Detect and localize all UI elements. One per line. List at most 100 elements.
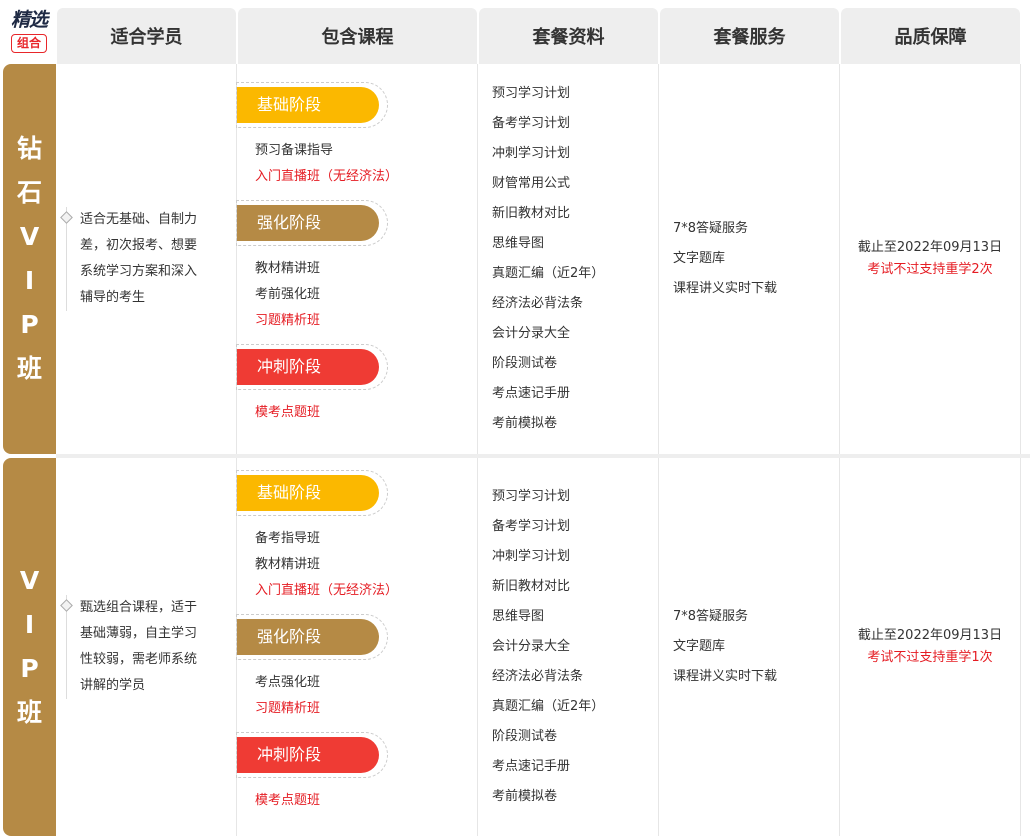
material-item: 阶段测试卷	[492, 729, 558, 744]
stage-basic-pill: 基础阶段	[237, 87, 379, 123]
stage-sprint-pill: 冲刺阶段	[237, 737, 379, 773]
course-item: 备考指导班	[255, 531, 321, 546]
material-item: 财管常用公式	[492, 176, 571, 191]
courses-cell: 基础阶段 预习备课指导 入门直播班（无经济法） 强化阶段 教材精讲班 考前强化班…	[236, 64, 478, 454]
service-item: 文字题库	[673, 251, 726, 266]
material-item: 预习学习计划	[492, 489, 571, 504]
students-cell: 适合无基础、自制力差，初次报考、想要系统学习方案和深入辅导的考生	[56, 64, 237, 454]
material-item: 经济法必背法条	[492, 296, 584, 311]
header-courses: 包含课程	[238, 8, 477, 64]
service-item: 课程讲义实时下载	[673, 669, 778, 684]
course-item: 教材精讲班	[255, 557, 321, 572]
services-cell: 7*8答疑服务 文字题库 课程讲义实时下载	[659, 64, 840, 454]
header-guarantee: 品质保障	[841, 8, 1020, 64]
package-row-diamond-vip: 钻 石 V I P 班 适合无基础、自制力差，初次报考、想要系统学习方案和深入辅…	[3, 64, 1030, 454]
materials-list: 预习学习计划 备考学习计划 冲刺学习计划 财管常用公式 新旧教材对比 思维导图 …	[492, 79, 604, 439]
guarantee-deadline: 截止至2022年09月13日	[857, 628, 1003, 643]
course-item: 考前强化班	[255, 287, 321, 302]
guarantee-cell: 截止至2022年09月13日 考试不过支持重学1次	[840, 458, 1021, 836]
header-students: 适合学员	[57, 8, 236, 64]
package-row-vip: V I P 班 甄选组合课程，适于基础薄弱，自主学习性较弱，需老师系统讲解的学员…	[3, 458, 1030, 836]
student-description: 甄选组合课程，适于基础薄弱，自主学习性较弱，需老师系统讲解的学员	[60, 595, 204, 699]
row-title-char: 班	[16, 698, 42, 727]
services-list: 7*8答疑服务 文字题库 课程讲义实时下载	[673, 214, 777, 304]
row-title-char: I	[24, 610, 35, 639]
material-item: 冲刺学习计划	[492, 549, 571, 564]
brand-logo: 精选 组合	[3, 8, 55, 64]
course-item: 模考点题班	[255, 405, 321, 420]
stage-sprint-pill: 冲刺阶段	[237, 349, 379, 385]
material-item: 考点速记手册	[492, 759, 571, 774]
services-cell: 7*8答疑服务 文字题库 课程讲义实时下载	[659, 458, 840, 836]
material-item: 会计分录大全	[492, 639, 571, 654]
course-item: 习题精析班	[255, 701, 321, 716]
stage-sprint: 冲刺阶段	[236, 732, 388, 778]
guarantee-deadline: 截止至2022年09月13日	[857, 240, 1003, 255]
header-services: 套餐服务	[660, 8, 839, 64]
course-item: 预习备课指导	[255, 143, 334, 158]
materials-cell: 预习学习计划 备考学习计划 冲刺学习计划 新旧教材对比 思维导图 会计分录大全 …	[478, 458, 659, 836]
course-item: 考点强化班	[255, 675, 321, 690]
service-item: 文字题库	[673, 639, 726, 654]
row-title: V I P 班	[3, 559, 56, 735]
header-materials: 套餐资料	[479, 8, 658, 64]
material-item: 阶段测试卷	[492, 356, 558, 371]
stage-intensive: 强化阶段	[236, 200, 388, 246]
row-title-char: 石	[16, 178, 42, 207]
material-item: 备考学习计划	[492, 116, 571, 131]
stage-sprint: 冲刺阶段	[236, 344, 388, 390]
material-item: 思维导图	[492, 236, 545, 251]
materials-cell: 预习学习计划 备考学习计划 冲刺学习计划 财管常用公式 新旧教材对比 思维导图 …	[478, 64, 659, 454]
course-item: 入门直播班（无经济法）	[255, 583, 399, 598]
guarantee-info: 截止至2022年09月13日 考试不过支持重学1次	[840, 625, 1020, 669]
material-item: 新旧教材对比	[492, 579, 571, 594]
material-item: 考前模拟卷	[492, 789, 558, 804]
row-title-char: 班	[16, 354, 42, 383]
stage-basic: 基础阶段	[236, 470, 388, 516]
guarantee-retake: 考试不过支持重学1次	[867, 650, 993, 665]
course-item: 入门直播班（无经济法）	[255, 169, 399, 184]
stage-intensive: 强化阶段	[236, 614, 388, 660]
material-item: 考点速记手册	[492, 386, 571, 401]
material-item: 真题汇编（近2年）	[492, 699, 605, 714]
guarantee-cell: 截止至2022年09月13日 考试不过支持重学2次	[840, 64, 1021, 454]
row-title-char: V	[19, 222, 40, 251]
stage-basic-pill: 基础阶段	[237, 475, 379, 511]
service-item: 7*8答疑服务	[673, 221, 749, 236]
row-title-char: I	[24, 266, 35, 295]
student-text: 适合无基础、自制力差，初次报考、想要系统学习方案和深入辅导的考生	[80, 212, 198, 305]
material-item: 经济法必背法条	[492, 669, 584, 684]
stage-intensive-pill: 强化阶段	[237, 619, 379, 655]
material-item: 冲刺学习计划	[492, 146, 571, 161]
row-title-char: 钻	[16, 134, 42, 163]
material-item: 新旧教材对比	[492, 206, 571, 221]
course-item: 模考点题班	[255, 793, 321, 808]
material-item: 备考学习计划	[492, 519, 571, 534]
student-description: 适合无基础、自制力差，初次报考、想要系统学习方案和深入辅导的考生	[60, 207, 204, 311]
guarantee-retake: 考试不过支持重学2次	[867, 262, 993, 277]
row-title-char: P	[20, 654, 39, 683]
courses-cell: 基础阶段 备考指导班 教材精讲班 入门直播班（无经济法） 强化阶段 考点强化班 …	[236, 458, 478, 836]
material-item: 考前模拟卷	[492, 416, 558, 431]
service-item: 课程讲义实时下载	[673, 281, 778, 296]
stage-intensive-pill: 强化阶段	[237, 205, 379, 241]
guarantee-info: 截止至2022年09月13日 考试不过支持重学2次	[840, 237, 1020, 281]
stage-basic: 基础阶段	[236, 82, 388, 128]
material-item: 会计分录大全	[492, 326, 571, 341]
diamond-bullet-icon	[60, 599, 73, 612]
logo-badge: 组合	[10, 34, 47, 53]
row-title-char: V	[19, 566, 40, 595]
row-title-char: P	[20, 310, 39, 339]
course-item: 教材精讲班	[255, 261, 321, 276]
row-title-bar: V I P 班	[3, 458, 56, 836]
diamond-bullet-icon	[60, 211, 73, 224]
materials-list: 预习学习计划 备考学习计划 冲刺学习计划 新旧教材对比 思维导图 会计分录大全 …	[492, 482, 604, 812]
student-text: 甄选组合课程，适于基础薄弱，自主学习性较弱，需老师系统讲解的学员	[80, 600, 198, 693]
material-item: 思维导图	[492, 609, 545, 624]
row-title: 钻 石 V I P 班	[3, 127, 56, 391]
material-item: 真题汇编（近2年）	[492, 266, 605, 281]
logo-line-1: 精选	[10, 9, 48, 31]
material-item: 预习学习计划	[492, 86, 571, 101]
course-item: 习题精析班	[255, 313, 321, 328]
row-title-bar: 钻 石 V I P 班	[3, 64, 56, 454]
